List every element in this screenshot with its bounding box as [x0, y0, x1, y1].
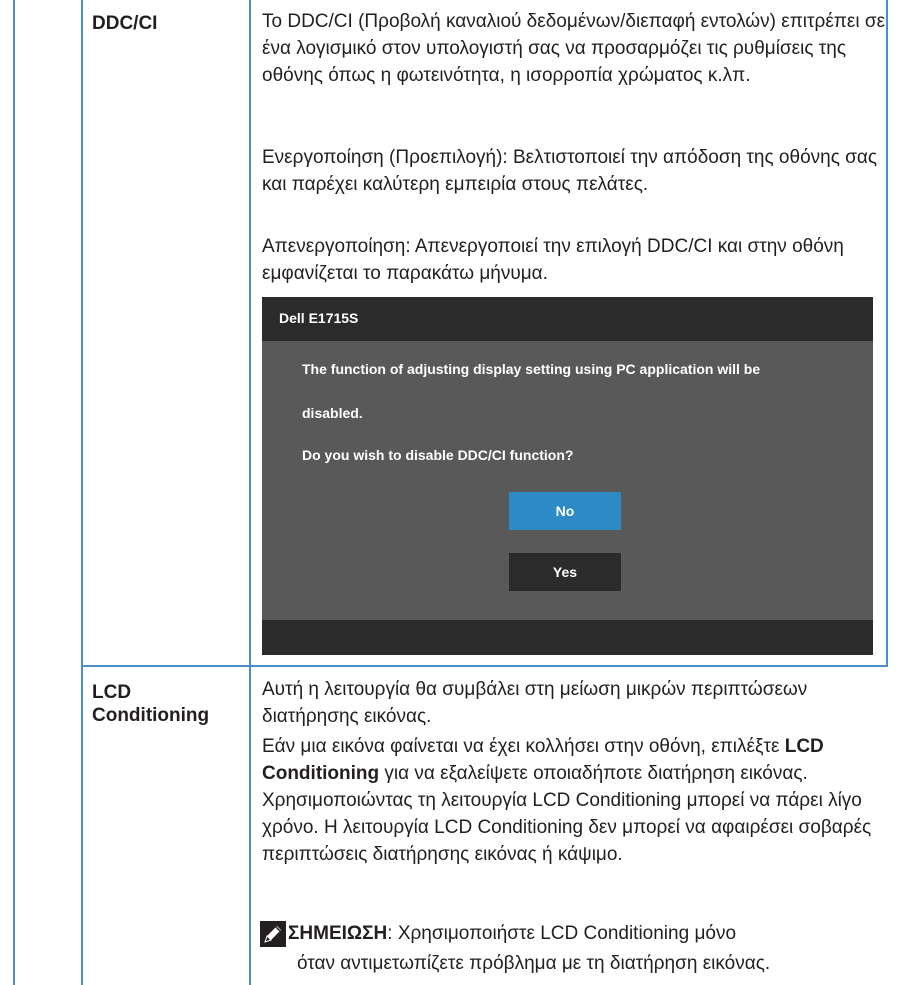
table-border-right	[886, 0, 888, 667]
pencil-note-icon	[260, 921, 286, 947]
lcd-para2-before: Εάν μια εικόνα φαίνεται να έχει κολλήσει…	[262, 736, 785, 757]
ddcci-enable-text: Ενεργοποίηση (Προεπιλογή): Βελτιστοποιεί…	[262, 144, 888, 198]
ddcci-disable-paragraph: Απενεργοποίηση: Απενεργοποιεί την επιλογ…	[262, 236, 844, 284]
row-label-lcd-conditioning: LCD Conditioning	[92, 681, 242, 727]
osd-message-line2: disabled.	[302, 405, 363, 421]
row-label-lcd-line1: LCD	[92, 682, 132, 703]
table-border-left	[13, 0, 15, 985]
osd-title: Dell E1715S	[279, 310, 359, 326]
lcd-para1: Αυτή η λειτουργία θα συμβάλει στη μείωση…	[262, 676, 862, 730]
lcd-para2-text: Εάν μια εικόνα φαίνεται να έχει κολλήσει…	[262, 733, 888, 868]
ddcci-description: Το DDC/CI (Προβολή καναλιού δεδομένων/δι…	[262, 8, 888, 89]
note-label: ΣΗΜΕΙΩΣΗ	[288, 923, 388, 944]
lcd-para2: Εάν μια εικόνα φαίνεται να έχει κολλήσει…	[262, 733, 888, 868]
osd-dialog: Dell E1715S The function of adjusting di…	[262, 297, 873, 655]
lcd-para1-text: Αυτή η λειτουργία θα συμβάλει στη μείωση…	[262, 679, 808, 727]
note-line1: ΣΗΜΕΙΩΣΗ: Χρησιμοποιήστε LCD Conditionin…	[288, 920, 736, 947]
table-border-col2	[249, 0, 251, 985]
ddcci-enable-paragraph: Ενεργοποίηση (Προεπιλογή): Βελτιστοποιεί…	[262, 147, 878, 195]
manual-page: DDC/CI Το DDC/CI (Προβολή καναλιού δεδομ…	[0, 0, 900, 985]
ddcci-disable-text: Απενεργοποίηση: Απενεργοποιεί την επιλογ…	[262, 233, 888, 287]
note-text-line1: : Χρησιμοποιήστε LCD Conditioning μόνο	[387, 923, 737, 944]
row-label-ddcci: DDC/CI	[92, 13, 158, 34]
osd-yes-button[interactable]: Yes	[509, 553, 621, 591]
table-border-col1	[81, 0, 83, 985]
table-row-divider	[81, 665, 888, 667]
ddcci-description-text: Το DDC/CI (Προβολή καναλιού δεδομένων/δι…	[262, 11, 886, 86]
osd-title-bar: Dell E1715S	[262, 297, 873, 341]
row-label-lcd-line2: Conditioning	[92, 705, 210, 726]
osd-no-button[interactable]: No	[509, 492, 621, 530]
osd-question: Do you wish to disable DDC/CI function?	[302, 447, 574, 463]
osd-message-line1: The function of adjusting display settin…	[302, 361, 761, 377]
osd-footer-bar	[262, 620, 873, 655]
note-line2: όταν αντιμετωπίζετε πρόβλημα με τη διατή…	[297, 953, 771, 974]
